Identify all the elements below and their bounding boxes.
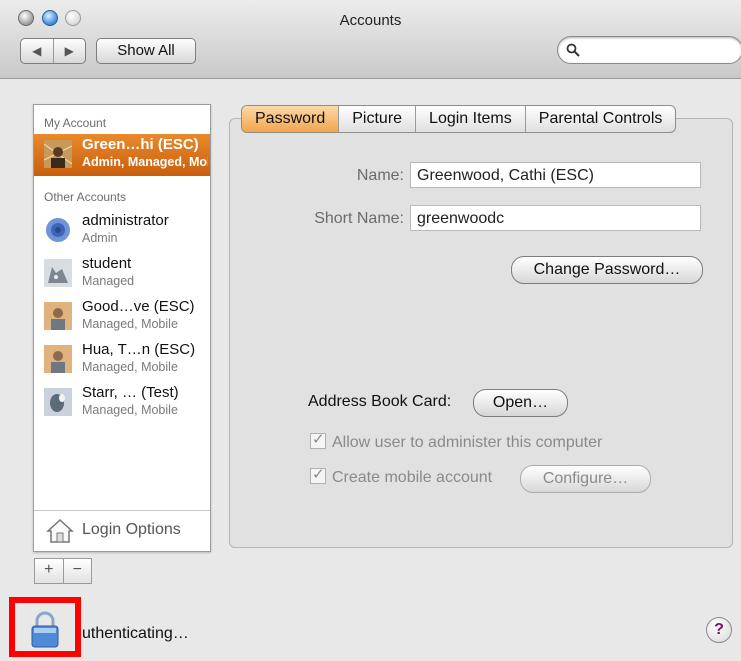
my-account-header: My Account (44, 116, 107, 130)
change-password-button[interactable]: Change Password… (511, 256, 703, 284)
house-icon (46, 518, 74, 543)
remove-account-button[interactable]: − (64, 559, 92, 583)
accounts-list: My Account Green…hi (ESC) Admin, Managed… (33, 104, 211, 552)
short-name-field[interactable]: greenwoodc (410, 205, 701, 231)
mobile-account-row: Create mobile account (310, 465, 493, 487)
account-row-current[interactable]: Green…hi (ESC) Admin, Managed, Mobile (34, 134, 210, 176)
other-accounts-header: Other Accounts (44, 190, 127, 204)
forward-button[interactable]: ▶ (54, 39, 86, 63)
search-icon (566, 43, 580, 57)
account-name: student (82, 255, 132, 272)
back-forward-control: ◀ ▶ (20, 38, 86, 64)
open-address-card-button[interactable]: Open… (473, 389, 568, 417)
user-picture-icon (44, 140, 72, 168)
help-button[interactable]: ? (706, 617, 732, 643)
configure-button[interactable]: Configure… (520, 465, 651, 493)
accounts-window: Accounts ◀ ▶ Show All My Account Green…h… (0, 0, 741, 661)
tab-parental-controls[interactable]: Parental Controls (524, 106, 676, 132)
account-name: Green…hi (ESC) (82, 136, 199, 153)
lock-icon (31, 611, 59, 648)
add-remove-control: + − (34, 558, 92, 584)
search-field[interactable] (557, 36, 741, 64)
account-role: Managed, Mobile (82, 403, 178, 417)
account-role: Managed, Mobile (82, 360, 178, 374)
title-toolbar: Accounts ◀ ▶ Show All (0, 0, 741, 79)
tab-login-items[interactable]: Login Items (415, 106, 525, 132)
show-all-button[interactable]: Show All (96, 38, 196, 64)
account-role: Managed, Mobile (82, 317, 178, 331)
login-options-item[interactable]: Login Options (34, 510, 210, 551)
mobile-account-label: Create mobile account (332, 469, 493, 486)
account-name: Good…ve (ESC) (82, 298, 195, 315)
account-name: administrator (82, 212, 169, 229)
cat-picture-icon (44, 259, 72, 287)
account-row-student[interactable]: student Managed (34, 253, 210, 295)
account-name: Hua, T…n (ESC) (82, 341, 196, 358)
user-picture-icon (44, 302, 72, 330)
login-options-label: Login Options (82, 521, 181, 538)
window-title: Accounts (339, 12, 402, 29)
name-label: Name: (356, 167, 404, 184)
user-picture-icon (44, 345, 72, 373)
back-button[interactable]: ◀ (21, 39, 54, 63)
allow-admin-label: Allow user to administer this computer (332, 434, 603, 451)
allow-admin-checkbox[interactable] (310, 430, 326, 449)
allow-admin-row: Allow user to administer this computer (310, 430, 603, 452)
lock-highlight[interactable] (9, 597, 81, 657)
account-role: Admin (82, 231, 118, 245)
account-row-hua[interactable]: Hua, T…n (ESC) Managed, Mobile (34, 339, 210, 381)
mobile-account-checkbox[interactable] (310, 465, 326, 484)
authenticating-status: uthenticating… (82, 625, 189, 642)
tab-password[interactable]: Password (242, 106, 339, 132)
name-field[interactable]: Greenwood, Cathi (ESC) (410, 162, 701, 188)
account-name: Starr, … (Test) (82, 384, 179, 401)
dog-picture-icon (44, 388, 72, 416)
flower-picture-icon (46, 218, 70, 242)
short-name-label: Short Name: (314, 210, 404, 227)
account-row-administrator[interactable]: administrator Admin (34, 210, 210, 252)
tab-bar: Password Picture Login Items Parental Co… (241, 105, 677, 133)
account-row-good[interactable]: Good…ve (ESC) Managed, Mobile (34, 296, 210, 338)
account-role: Admin, Managed, Mobile (82, 155, 208, 169)
account-row-starr[interactable]: Starr, … (Test) Managed, Mobile (34, 382, 210, 424)
add-account-button[interactable]: + (35, 559, 64, 583)
address-book-label: Address Book Card: (308, 393, 452, 410)
tab-picture[interactable]: Picture (338, 106, 415, 132)
account-role: Managed (82, 274, 135, 288)
